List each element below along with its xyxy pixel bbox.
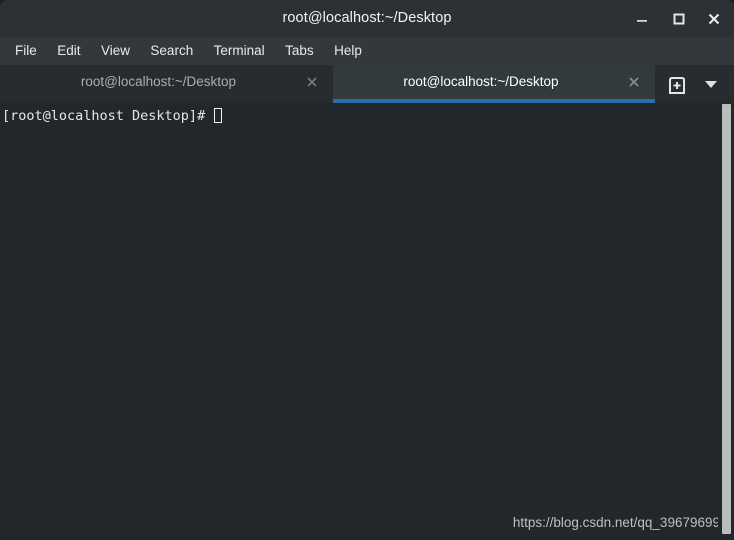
terminal-window: root@localhost:~/Desktop File Edit View … — [0, 0, 734, 540]
vertical-scrollbar[interactable] — [718, 103, 734, 540]
menu-item-file[interactable]: File — [7, 37, 45, 65]
tab-close-icon[interactable] — [304, 74, 320, 90]
close-button[interactable] — [704, 9, 724, 29]
tab-terminal-1[interactable]: root@localhost:~/Desktop — [10, 65, 333, 103]
menu-item-view[interactable]: View — [93, 37, 138, 65]
window-title: root@localhost:~/Desktop — [282, 10, 452, 26]
terminal-screen[interactable]: [root@localhost Desktop]# — [0, 103, 718, 540]
menu-bar: File Edit View Search Terminal Tabs Help — [0, 37, 734, 65]
terminal-body[interactable]: [root@localhost Desktop]# https://blog.c… — [0, 103, 734, 540]
watermark-text: https://blog.csdn.net/qq_39679699 — [512, 515, 720, 530]
title-bar[interactable]: root@localhost:~/Desktop — [0, 0, 734, 37]
menu-item-terminal[interactable]: Terminal — [206, 37, 273, 65]
menu-item-tabs[interactable]: Tabs — [277, 37, 322, 65]
scrollbar-thumb[interactable] — [722, 104, 731, 534]
menu-item-help[interactable]: Help — [326, 37, 370, 65]
chevron-down-icon[interactable] — [701, 77, 721, 91]
menu-item-edit[interactable]: Edit — [49, 37, 88, 65]
terminal-cursor — [214, 108, 223, 123]
tab-close-icon[interactable] — [626, 74, 642, 90]
terminal-prompt-line: [root@localhost Desktop]# — [2, 107, 718, 125]
menu-item-search[interactable]: Search — [142, 37, 201, 65]
tab-label: root@localhost:~/Desktop — [403, 74, 559, 89]
shell-prompt: [root@localhost Desktop]# — [2, 108, 214, 124]
tab-bar: root@localhost:~/Desktop root@localhost:… — [0, 65, 734, 103]
tab-label: root@localhost:~/Desktop — [80, 74, 237, 89]
tab-terminal-2[interactable]: root@localhost:~/Desktop — [333, 65, 655, 103]
new-tab-icon[interactable] — [665, 73, 689, 95]
tab-toolbar — [655, 65, 734, 103]
minimize-button[interactable] — [632, 9, 652, 29]
maximize-button[interactable] — [669, 9, 689, 29]
